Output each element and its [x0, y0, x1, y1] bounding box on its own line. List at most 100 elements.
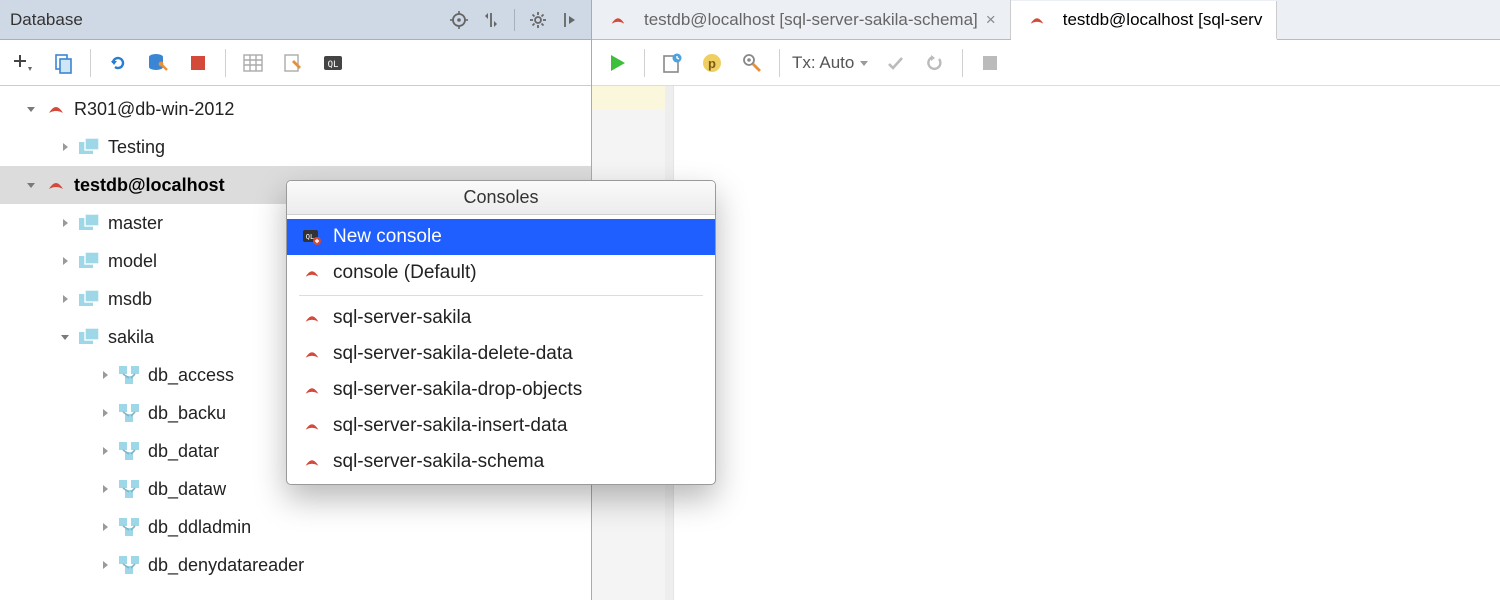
- chevron-down-icon[interactable]: [22, 176, 40, 194]
- chevron-right-icon[interactable]: [56, 252, 74, 270]
- sqlserver-icon: [301, 307, 323, 329]
- chevron-right-icon[interactable]: [56, 214, 74, 232]
- role-icon: [118, 401, 142, 425]
- sqlserver-icon: [301, 262, 323, 284]
- sqlserver-icon: [1025, 8, 1049, 32]
- console-icon[interactable]: QL: [318, 48, 348, 78]
- database-folder-icon: [78, 325, 102, 349]
- sqlserver-icon: [44, 173, 68, 197]
- role-label: db_dataw: [148, 479, 226, 500]
- sqlserver-icon: [301, 415, 323, 437]
- hide-icon[interactable]: [557, 7, 583, 33]
- current-line-highlight: [592, 86, 673, 110]
- editor-tabstrip: testdb@localhost [sql-server-sakila-sche…: [592, 0, 1500, 40]
- popup-item-label: sql-server-sakila-schema: [333, 451, 544, 473]
- database-folder-icon: [78, 211, 102, 235]
- toolbar-separator-1: [90, 49, 91, 77]
- role-icon: [118, 363, 142, 387]
- role-node[interactable]: db_denydatareader: [0, 546, 591, 584]
- rollback-icon[interactable]: [920, 48, 950, 78]
- editor-toolbar: p Tx: Auto: [592, 40, 1500, 86]
- table-icon[interactable]: [238, 48, 268, 78]
- editor-tab[interactable]: testdb@localhost [sql-server-sakila-sche…: [592, 0, 1011, 39]
- datasource-label: R301@db-win-2012: [74, 99, 234, 120]
- run-icon[interactable]: [602, 48, 632, 78]
- sqlserver-icon: [301, 379, 323, 401]
- sqlserver-icon: [301, 343, 323, 365]
- chevron-right-icon[interactable]: [96, 480, 114, 498]
- chevron-right-icon[interactable]: [96, 556, 114, 574]
- schema-label: model: [108, 251, 157, 272]
- role-icon: [118, 439, 142, 463]
- chevron-down-icon: [858, 57, 870, 69]
- chevron-down-icon[interactable]: [56, 328, 74, 346]
- role-label: db_datar: [148, 441, 219, 462]
- database-wrench-icon[interactable]: [143, 48, 173, 78]
- svg-text:p: p: [708, 56, 716, 71]
- sqlserver-icon: [606, 8, 630, 32]
- schema-label: msdb: [108, 289, 152, 310]
- new-console-icon: QL: [301, 226, 323, 248]
- database-toolbar: QL: [0, 40, 591, 86]
- sqlserver-icon: [301, 451, 323, 473]
- popup-item-console[interactable]: sql-server-sakila-insert-data: [287, 408, 715, 444]
- edit-data-icon[interactable]: [278, 48, 308, 78]
- chevron-right-icon[interactable]: [96, 518, 114, 536]
- database-folder-icon: [78, 249, 102, 273]
- duplicate-icon[interactable]: [48, 48, 78, 78]
- database-header: Database: [0, 0, 591, 40]
- role-icon: [118, 553, 142, 577]
- close-icon[interactable]: ×: [986, 10, 996, 30]
- refresh-icon[interactable]: [103, 48, 133, 78]
- commit-icon[interactable]: [880, 48, 910, 78]
- chevron-right-icon[interactable]: [96, 404, 114, 422]
- settings-wrench-icon[interactable]: [737, 48, 767, 78]
- popup-item-new-console[interactable]: QL New console: [287, 219, 715, 255]
- chevron-right-icon[interactable]: [96, 366, 114, 384]
- popup-item-label: sql-server-sakila-drop-objects: [333, 379, 582, 401]
- execution-plan-icon[interactable]: [657, 48, 687, 78]
- cancel-query-icon[interactable]: [975, 48, 1005, 78]
- tx-mode-dropdown[interactable]: Tx: Auto: [792, 53, 870, 73]
- popup-item-label: New console: [333, 226, 442, 248]
- target-icon[interactable]: [446, 7, 472, 33]
- popup-item-console[interactable]: sql-server-sakila: [287, 300, 715, 336]
- chevron-right-icon[interactable]: [96, 442, 114, 460]
- toolbar-separator: [962, 49, 963, 77]
- gear-icon[interactable]: [525, 7, 551, 33]
- parameters-icon[interactable]: p: [697, 48, 727, 78]
- sqlserver-icon: [44, 97, 68, 121]
- header-separator: [514, 9, 515, 31]
- datasource-node[interactable]: R301@db-win-2012: [0, 90, 591, 128]
- popup-item-console[interactable]: sql-server-sakila-delete-data: [287, 336, 715, 372]
- add-icon[interactable]: [8, 48, 38, 78]
- popup-item-console[interactable]: sql-server-sakila-drop-objects: [287, 372, 715, 408]
- popup-item-console[interactable]: sql-server-sakila-schema: [287, 444, 715, 480]
- popup-item-label: sql-server-sakila-delete-data: [333, 343, 573, 365]
- schema-label: sakila: [108, 327, 154, 348]
- stop-icon[interactable]: [183, 48, 213, 78]
- popup-item-default-console[interactable]: console (Default): [287, 255, 715, 291]
- popup-item-label: sql-server-sakila: [333, 307, 471, 329]
- tx-mode-label: Tx: Auto: [792, 53, 854, 73]
- toolbar-separator-2: [225, 49, 226, 77]
- database-folder-icon: [78, 287, 102, 311]
- split-icon[interactable]: [478, 7, 504, 33]
- schema-node[interactable]: Testing: [0, 128, 591, 166]
- role-node[interactable]: db_ddladmin: [0, 508, 591, 546]
- editor-tab-active[interactable]: testdb@localhost [sql-serv: [1011, 1, 1278, 40]
- datasource-label: testdb@localhost: [74, 175, 225, 196]
- svg-text:QL: QL: [328, 60, 339, 70]
- role-label: db_denydatareader: [148, 555, 304, 576]
- toolbar-separator: [644, 49, 645, 77]
- popup-title: Consoles: [287, 181, 715, 215]
- consoles-popup: Consoles QL New console console (Default…: [286, 180, 716, 485]
- role-label: db_backu: [148, 403, 226, 424]
- editor-body[interactable]: [592, 86, 1500, 600]
- chevron-down-icon[interactable]: [22, 100, 40, 118]
- svg-text:QL: QL: [306, 233, 314, 241]
- editor-pane: testdb@localhost [sql-server-sakila-sche…: [592, 0, 1500, 600]
- schema-label: Testing: [108, 137, 165, 158]
- chevron-right-icon[interactable]: [56, 290, 74, 308]
- chevron-right-icon[interactable]: [56, 138, 74, 156]
